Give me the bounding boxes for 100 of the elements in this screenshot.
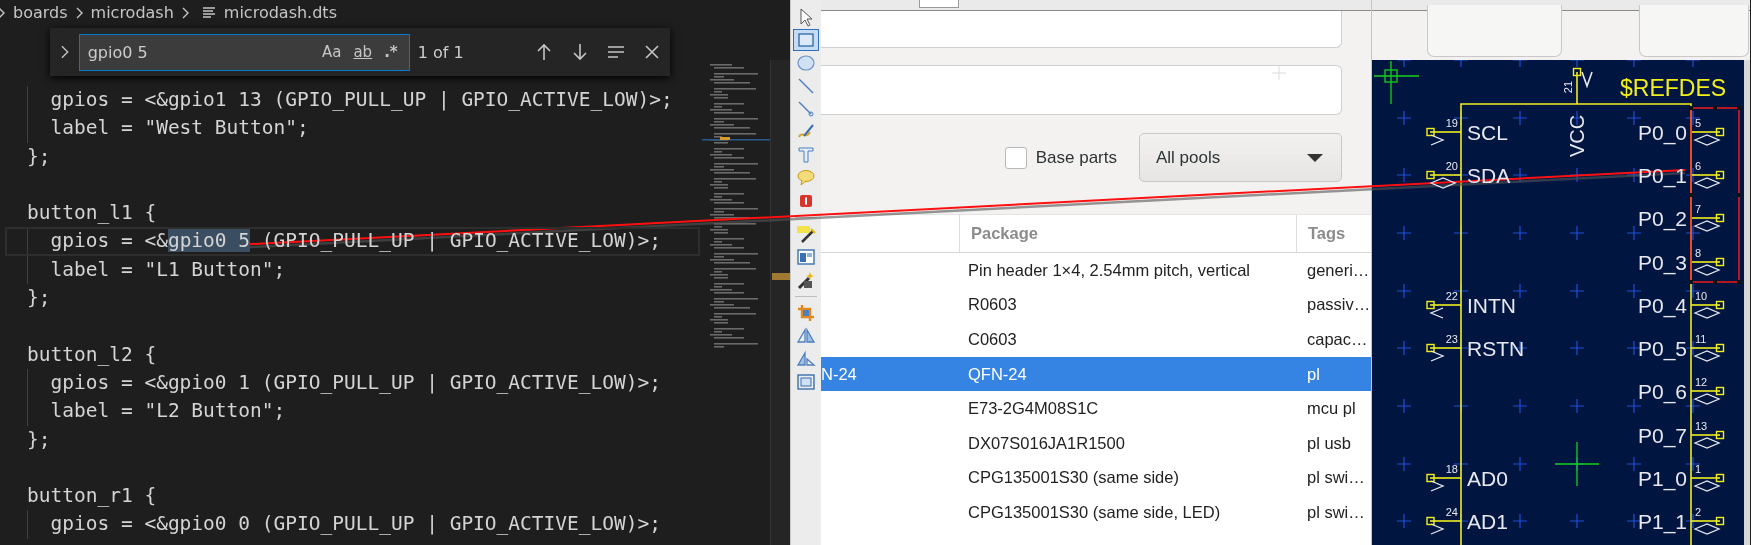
pin-name: AD0 <box>1467 467 1508 490</box>
pin-number: 20 <box>1445 160 1458 172</box>
pin-stub <box>1690 127 1725 137</box>
text-field[interactable] <box>821 65 1342 115</box>
bidirectional-diamond-icon <box>1693 220 1721 232</box>
pin-number: 23 <box>1445 333 1458 345</box>
pin-number: 18 <box>1445 463 1458 475</box>
pin-number: 22 <box>1445 290 1458 302</box>
pin-stub <box>1690 257 1725 267</box>
line-end-icon <box>796 99 816 119</box>
table-row[interactable]: CPG135001S30 (same side) pl swi… <box>821 460 1371 496</box>
pin-number: 8 <box>1695 247 1702 259</box>
table-cell: DX07S016JA1R1500 <box>968 433 1125 453</box>
pin-name: P1_0 <box>1637 467 1687 490</box>
pin-number: 24 <box>1445 506 1458 518</box>
pin-number: 10 <box>1695 290 1708 302</box>
table-cell: pl <box>1307 364 1320 384</box>
table-row[interactable]: Pin header 1×4, 2.54mm pitch, vertical generi… <box>821 253 1371 288</box>
table-row[interactable]: N-24 QFN-24 pl <box>821 356 1371 392</box>
table-cell: passiv… <box>1307 295 1371 315</box>
rectangle-tool-button[interactable] <box>793 29 819 51</box>
table-cell: E73-2G4M08S1C <box>968 399 1099 419</box>
table-cell: N-24 <box>821 364 857 384</box>
reference-designator: $REFDES <box>1620 75 1727 101</box>
pin-number: 2 <box>1695 506 1702 518</box>
table-cell: CPG135001S30 (same side) <box>968 468 1179 488</box>
tab-handle[interactable] <box>919 0 959 8</box>
pin-stub <box>1426 170 1462 180</box>
pin-stub <box>1426 127 1462 137</box>
pin-number: 7 <box>1695 203 1702 215</box>
checkbox[interactable] <box>1004 146 1027 169</box>
breadcrumb-item[interactable]: microdash <box>90 3 174 22</box>
table-row[interactable]: E73-2G4M08S1C mcu pl <box>821 391 1371 426</box>
flip-horizontal-icon <box>796 326 816 346</box>
table-row[interactable]: C0603 capac… <box>821 322 1371 357</box>
chevron-icon <box>180 5 190 20</box>
pin-name: P0_0 <box>1637 121 1687 144</box>
table-row[interactable]: DX07S016JA1R1500 pl usb <box>821 425 1371 461</box>
line-icon <box>796 76 816 96</box>
pin-stub <box>1690 343 1725 353</box>
code-line: }; <box>26 426 52 453</box>
table-cell: pl usb <box>1307 433 1352 453</box>
pin-number: 1 <box>1695 463 1702 475</box>
pin-name: P1_1 <box>1637 510 1687 533</box>
pin-name: AD1 <box>1467 510 1508 533</box>
chevron-icon <box>60 44 70 60</box>
pin-number: 12 <box>1695 376 1708 388</box>
code-line: button_l1 { <box>26 200 158 227</box>
pin-name: P0_7 <box>1637 424 1687 447</box>
pin-stub <box>1426 473 1462 483</box>
cursor-crosshair-icon <box>1554 441 1600 487</box>
pin-stub <box>1572 67 1582 105</box>
magic-wand-icon <box>796 270 816 290</box>
origin-crosshair-icon <box>1373 60 1420 105</box>
pin-stub <box>1690 516 1725 526</box>
table-cell: CPG135001S30 (same side, LED) <box>968 502 1221 522</box>
code-line: }; <box>26 143 52 170</box>
pin-number: 19 <box>1445 117 1458 129</box>
bidirectional-diamond-icon <box>1693 393 1721 405</box>
table-row[interactable]: R0603 passiv… <box>821 287 1371 323</box>
scrollbar[interactable] <box>1744 60 1750 545</box>
caret-icon <box>1307 152 1323 163</box>
bidirectional-diamond-icon <box>1693 523 1721 535</box>
pin-stub <box>1690 300 1725 310</box>
pin-name: P0_4 <box>1637 294 1687 317</box>
table-cell: pl swi… <box>1307 502 1365 522</box>
pin-stub <box>1690 170 1725 180</box>
flip-vertical-icon <box>796 349 816 369</box>
text-tool-icon <box>796 145 816 165</box>
bidirectional-diamond-icon <box>1693 480 1721 492</box>
checkbox-label: Base parts <box>1035 147 1117 168</box>
frame-icon <box>796 372 816 392</box>
bidirectional-diamond-icon <box>1693 307 1721 319</box>
pin-name: INTN <box>1467 294 1516 317</box>
breadcrumb-item[interactable]: boards <box>13 3 68 22</box>
bidirectional-diamond-icon <box>1693 350 1721 362</box>
table-cell: QFN-24 <box>968 364 1027 384</box>
pin-stub <box>1426 300 1462 310</box>
table-row[interactable]: CPG135001S30 (same side, LED) pl swi… <box>821 495 1371 530</box>
crop-icon <box>796 303 816 323</box>
text-field[interactable] <box>821 11 1342 48</box>
ellipse-icon <box>796 53 816 73</box>
pin-stub <box>1426 516 1462 526</box>
highlighter-icon <box>796 224 816 244</box>
pin-stub <box>1690 473 1725 483</box>
search-option-toggle[interactable]: ab <box>351 42 375 62</box>
search-option-toggle[interactable]: Aa <box>319 42 344 62</box>
image-icon <box>796 247 816 267</box>
pool-dropdown[interactable]: All pools <box>1139 133 1342 182</box>
pin-number: 21 <box>1562 80 1574 94</box>
breadcrumb-item[interactable]: microdash.dts <box>223 3 337 22</box>
bidirectional-diamond-icon <box>1693 177 1721 189</box>
table-cell: generi… <box>1307 260 1370 280</box>
code-line: }; <box>26 285 52 312</box>
speech-bubble-icon <box>796 168 816 188</box>
pin-name: RSTN <box>1467 337 1525 360</box>
down-arrow-icon <box>570 42 590 62</box>
pin-name: P0_2 <box>1637 207 1687 230</box>
pin-stub <box>1690 213 1725 223</box>
search-option-toggle[interactable]: .* <box>382 42 400 62</box>
